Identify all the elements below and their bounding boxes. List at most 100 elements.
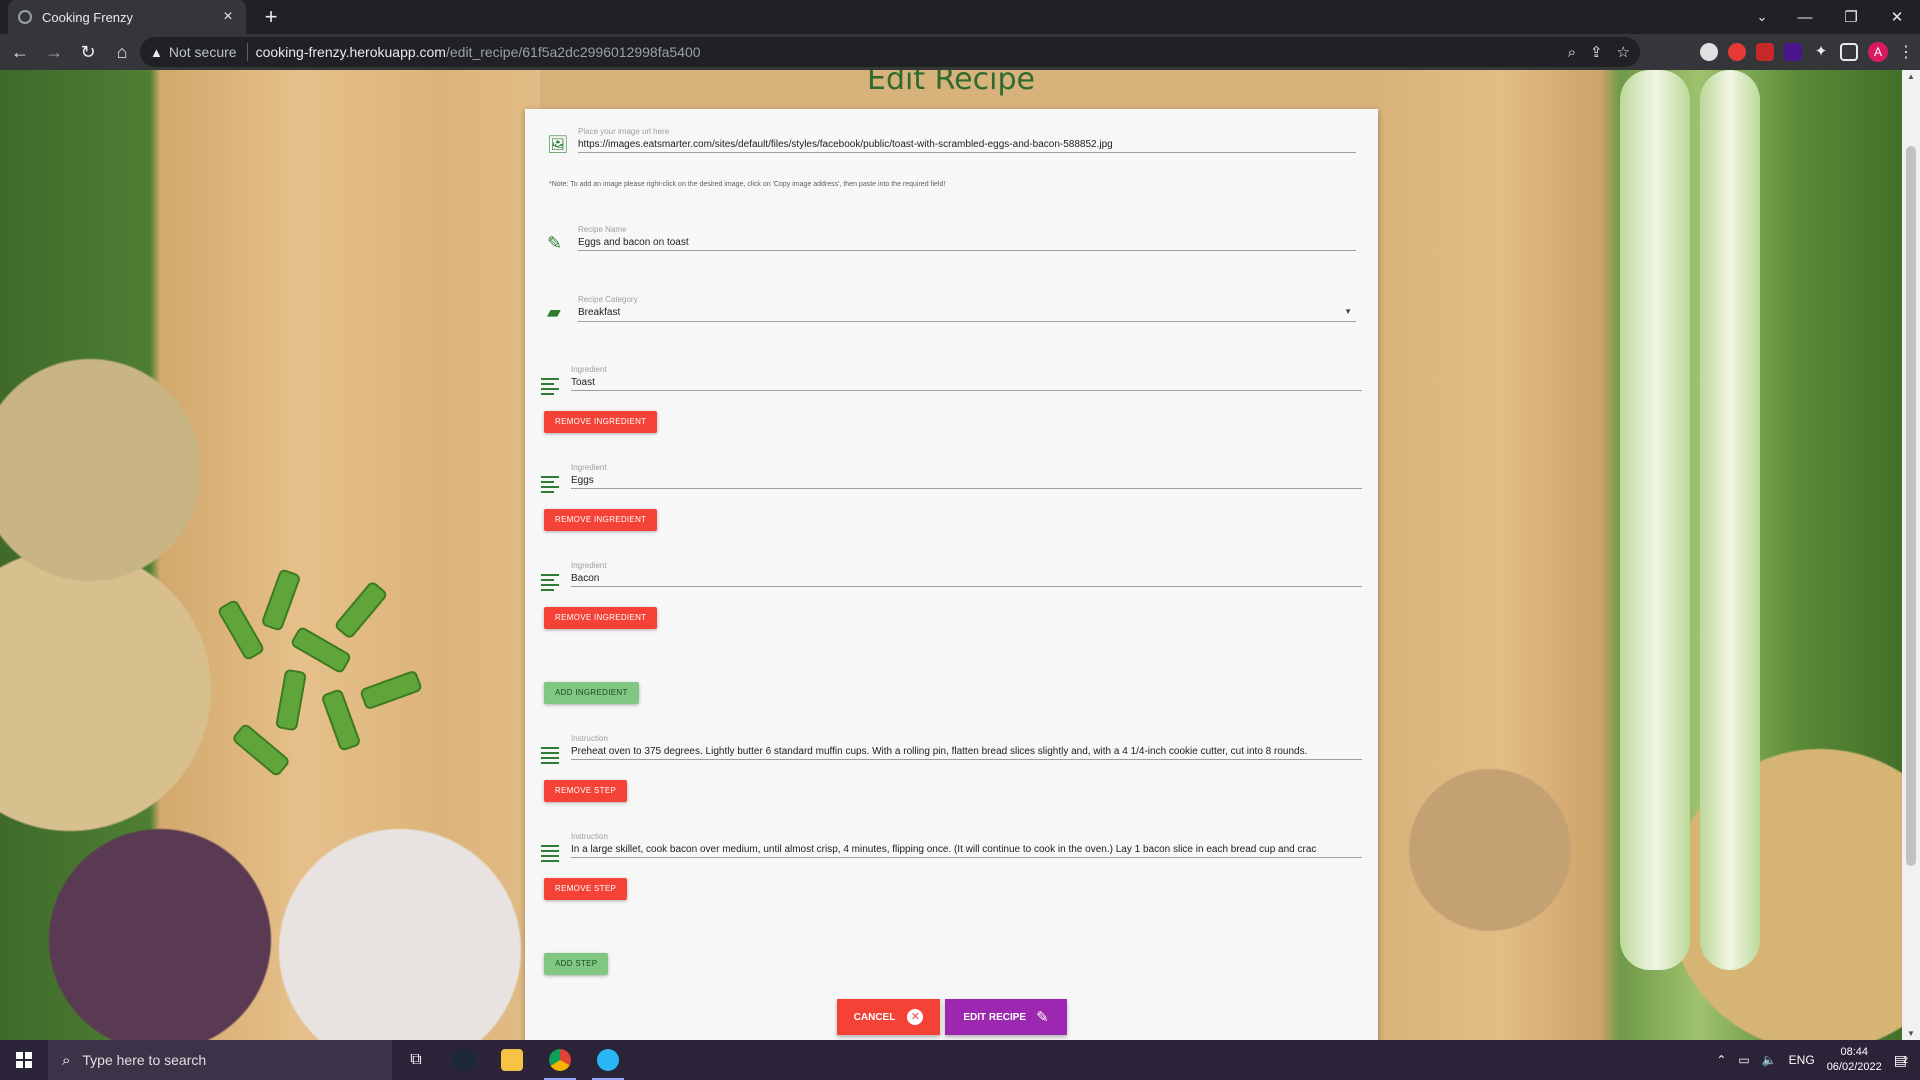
cancel-button[interactable]: CANCEL ✕ <box>837 999 940 1035</box>
chrome-app[interactable] <box>536 1040 584 1080</box>
clock[interactable]: 08:44 06/02/2022 <box>1827 1045 1882 1075</box>
image-url-field[interactable]: Place your image url here https://images… <box>578 127 1356 153</box>
zoom-icon[interactable]: ⌕ <box>1568 44 1576 61</box>
steam-app[interactable] <box>440 1040 488 1080</box>
background-beans-decoration <box>216 560 470 800</box>
address-bar[interactable]: ▲ Not secure cooking-frenzy.herokuapp.co… <box>140 37 1640 67</box>
tab-search-chevron-icon[interactable]: ⌄ <box>1742 9 1782 25</box>
clock-time: 08:44 <box>1840 1046 1868 1058</box>
language-indicator[interactable]: ENG <box>1789 1053 1815 1067</box>
ingredient-field[interactable]: Ingredient Eggs <box>571 463 1362 489</box>
recipe-name-underline <box>578 250 1356 251</box>
recipe-name-input[interactable]: Eggs and bacon on toast <box>578 237 689 248</box>
recipe-name-field[interactable]: Recipe Name Eggs and bacon on toast <box>578 225 1356 251</box>
page-title: Edit Recipe <box>867 70 1035 97</box>
chevron-up-icon[interactable]: ⌃ <box>1716 1053 1726 1067</box>
extensions-area: ✦ A ⋮ <box>1700 34 1914 70</box>
globe-icon <box>18 10 32 24</box>
address-bar-actions: ⌕ ⇪ ☆ <box>1568 37 1630 67</box>
remove-step-button[interactable]: REMOVE STEP <box>544 878 628 900</box>
list-lines-icon <box>541 747 559 767</box>
extension-blocker-icon[interactable] <box>1700 43 1718 61</box>
share-icon[interactable]: ⇪ <box>1590 43 1603 61</box>
back-icon[interactable]: ← <box>6 42 34 63</box>
task-view-icon: ⧉ <box>410 1051 422 1068</box>
window-close-icon[interactable]: ✕ <box>1874 8 1920 26</box>
ingredient-underline <box>571 488 1362 489</box>
recipe-category-select[interactable]: Recipe Category Breakfast ▼ <box>578 295 1356 322</box>
network-icon[interactable]: ▭ <box>1738 1053 1749 1067</box>
image-url-label: Place your image url here <box>578 127 670 136</box>
edit-recipe-form: 🖼 Place your image url here https://imag… <box>525 109 1378 1040</box>
instruction-field[interactable]: Instruction In a large skillet, cook bac… <box>571 832 1362 858</box>
extension-red-icon[interactable] <box>1728 43 1746 61</box>
taskbar-search-placeholder: Type here to search <box>82 1052 207 1068</box>
extension-pdf-icon[interactable] <box>1756 43 1774 61</box>
notification-count: 2 <box>1902 1055 1908 1065</box>
add-step-button[interactable]: ADD STEP <box>544 953 609 975</box>
warning-icon[interactable]: ▲ <box>150 45 163 60</box>
menu-kebab-icon[interactable]: ⋮ <box>1898 42 1914 62</box>
edit-recipe-button[interactable]: EDIT RECIPE ✎ <box>945 999 1067 1035</box>
home-icon[interactable]: ⌂ <box>108 42 136 63</box>
recipe-category-label: Recipe Category <box>578 295 638 304</box>
folder-icon: ▰ <box>547 302 561 322</box>
list-lines-icon <box>541 845 559 865</box>
remove-step-button[interactable]: REMOVE STEP <box>544 780 628 802</box>
puzzle-icon[interactable]: ✦ <box>1812 43 1830 61</box>
browser-tab[interactable]: Cooking Frenzy × <box>8 0 246 34</box>
minimize-icon[interactable]: — <box>1782 9 1828 26</box>
list-lines-icon <box>541 476 559 496</box>
page-scrollbar[interactable]: ▲ ▼ <box>1902 70 1920 1040</box>
ingredient-input[interactable]: Eggs <box>571 475 594 486</box>
pencil-icon: ✎ <box>547 233 563 253</box>
security-label[interactable]: Not secure <box>169 44 237 60</box>
scrollbar-thumb[interactable] <box>1906 146 1916 866</box>
restore-icon[interactable]: ❐ <box>1828 8 1874 26</box>
edit-recipe-button-label: EDIT RECIPE <box>963 1011 1027 1023</box>
clock-date: 06/02/2022 <box>1826 1061 1882 1073</box>
scroll-down-icon[interactable]: ▼ <box>1902 1029 1920 1038</box>
forward-icon[interactable]: → <box>40 42 68 63</box>
taskbar-search[interactable]: ⌕ Type here to search <box>48 1040 392 1080</box>
instruction-input[interactable]: In a large skillet, cook bacon over medi… <box>571 844 1362 855</box>
task-view-button[interactable]: ⧉ <box>392 1040 440 1080</box>
extension-purple-icon[interactable] <box>1784 43 1802 61</box>
tab-close-icon[interactable]: × <box>220 8 236 26</box>
file-explorer-app[interactable] <box>488 1040 536 1080</box>
address-divider <box>246 43 248 61</box>
instruction-underline <box>571 857 1362 858</box>
url-path: /edit_recipe/61f5a2dc2996012998fa5400 <box>445 44 701 60</box>
cancel-button-label: CANCEL <box>853 1011 896 1023</box>
remove-ingredient-button[interactable]: REMOVE INGREDIENT <box>544 411 658 433</box>
instruction-label: Instruction <box>571 734 608 743</box>
image-url-input[interactable]: https://images.eatsmarter.com/sites/defa… <box>578 139 1113 150</box>
instruction-input[interactable]: Preheat oven to 375 degrees. Lightly but… <box>571 746 1362 757</box>
ingredient-input[interactable]: Toast <box>571 377 595 388</box>
volume-icon[interactable]: 🔈 <box>1762 1053 1777 1067</box>
ingredient-label: Ingredient <box>571 463 607 472</box>
recipe-category-value[interactable]: Breakfast <box>578 307 620 318</box>
remove-ingredient-button[interactable]: REMOVE INGREDIENT <box>544 607 658 629</box>
caret-down-icon[interactable]: ▼ <box>1344 307 1352 316</box>
ingredient-field[interactable]: Ingredient Bacon <box>571 561 1362 587</box>
ingredient-field[interactable]: Ingredient Toast <box>571 365 1362 391</box>
browser-toolbar: ← → ↻ ⌂ ▲ Not secure cooking-frenzy.hero… <box>0 34 1920 70</box>
side-panel-icon[interactable] <box>1840 43 1858 61</box>
start-button[interactable] <box>0 1040 48 1080</box>
edit-square-icon: ✎ <box>1036 1009 1049 1026</box>
system-tray: ⌃ ▭ 🔈 ENG 08:44 06/02/2022 ▤ 2 <box>1716 1040 1920 1080</box>
add-ingredient-button[interactable]: ADD INGREDIENT <box>544 682 639 704</box>
profile-avatar[interactable]: A <box>1868 42 1888 62</box>
instruction-underline <box>571 759 1362 760</box>
ingredient-input[interactable]: Bacon <box>571 573 599 584</box>
bookmark-star-icon[interactable]: ☆ <box>1617 43 1630 61</box>
background-leek-decoration <box>1700 70 1760 970</box>
scroll-up-icon[interactable]: ▲ <box>1902 72 1920 81</box>
ingredient-label: Ingredient <box>571 561 607 570</box>
instruction-field[interactable]: Instruction Preheat oven to 375 degrees.… <box>571 734 1362 760</box>
new-tab-icon[interactable]: + <box>258 4 284 30</box>
reload-icon[interactable]: ↻ <box>74 42 102 63</box>
remove-ingredient-button[interactable]: REMOVE INGREDIENT <box>544 509 658 531</box>
vscode-app[interactable] <box>584 1040 632 1080</box>
